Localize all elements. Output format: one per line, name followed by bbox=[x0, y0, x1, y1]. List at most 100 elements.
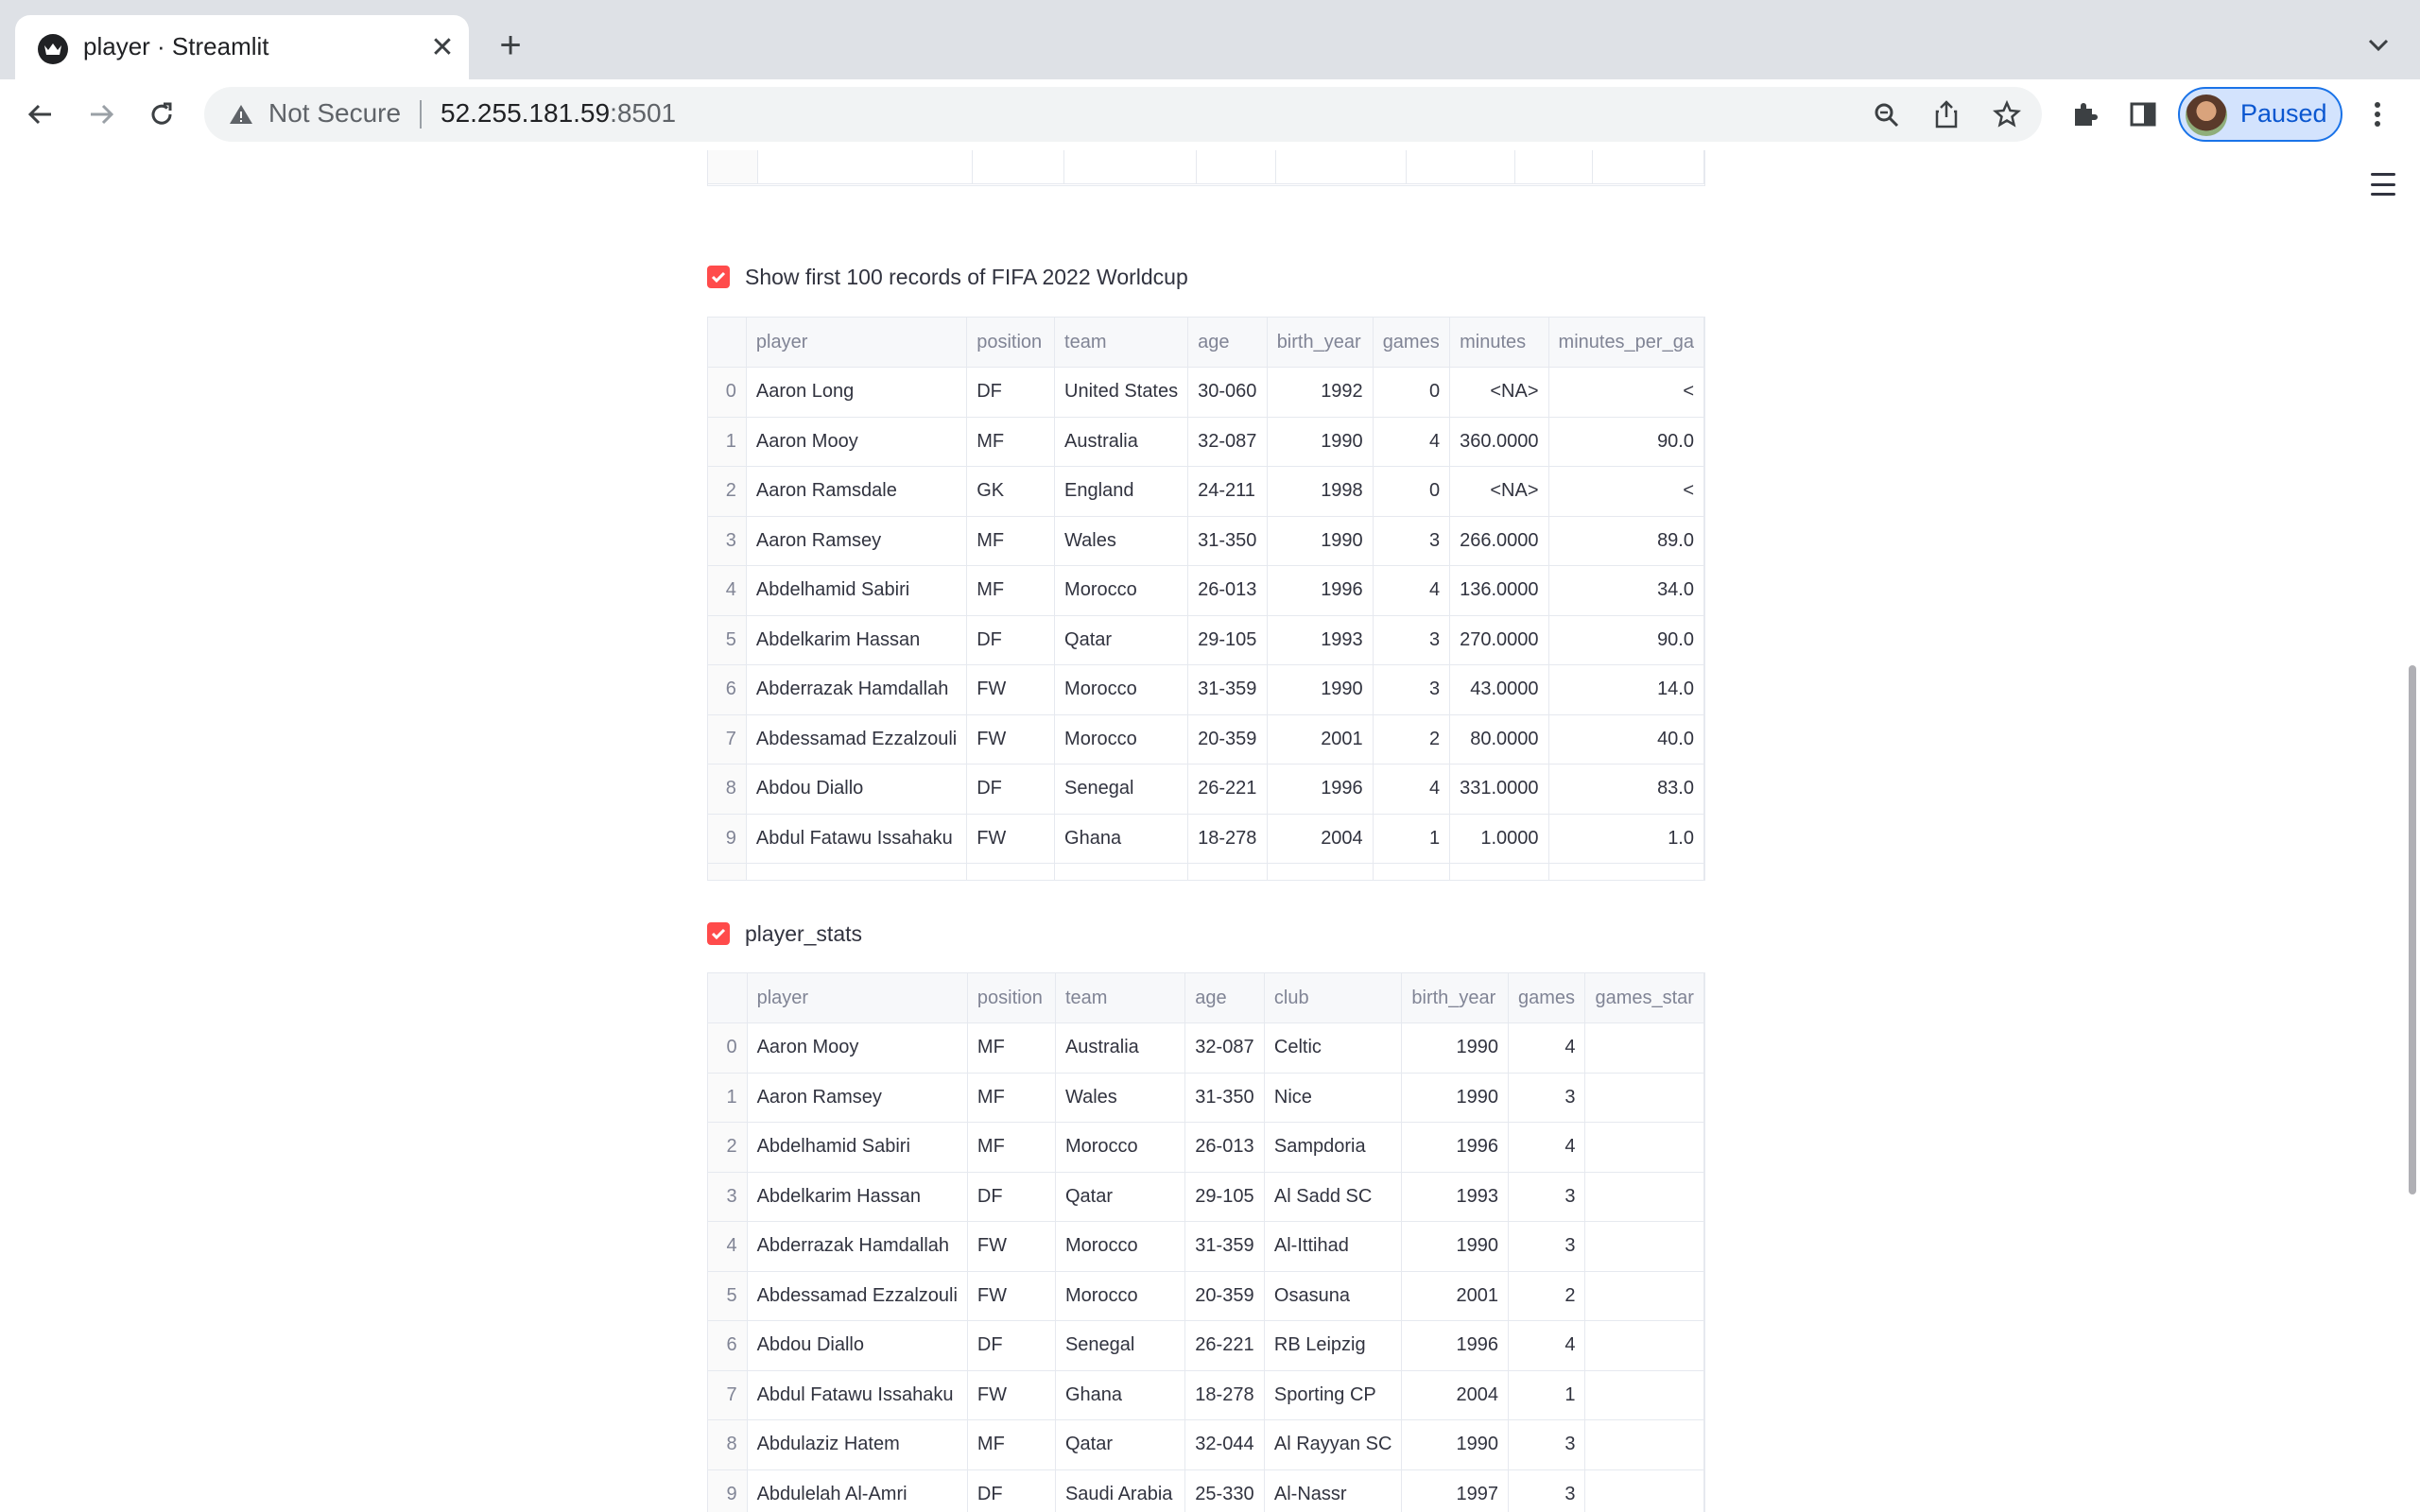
table-cell[interactable]: Abdulelah Al-Amri bbox=[747, 1469, 968, 1512]
table-cell[interactable]: 90.0 bbox=[1548, 615, 1704, 665]
table-cell[interactable]: 136.0000 bbox=[1449, 565, 1549, 616]
row-index-cell[interactable]: 8 bbox=[708, 764, 747, 815]
address-bar[interactable]: Not Secure 52.255.181.59:8501 bbox=[204, 87, 2042, 142]
show-records-checkbox-row[interactable]: Show first 100 records of FIFA 2022 Worl… bbox=[707, 258, 1188, 296]
table-cell[interactable] bbox=[1449, 863, 1549, 880]
table-cell[interactable]: 30-060 bbox=[1187, 367, 1268, 418]
table-cell[interactable]: 20-359 bbox=[1184, 1271, 1265, 1321]
table-cell[interactable]: < bbox=[1548, 466, 1704, 517]
table-cell[interactable]: 31-350 bbox=[1184, 1073, 1265, 1123]
table-cell[interactable]: 3 bbox=[1508, 1073, 1586, 1123]
table-row[interactable]: 4 Abderrazak Hamdallah FW Morocco 31-359 Al-I… bbox=[708, 1221, 1704, 1272]
table-cell[interactable]: 0 bbox=[1373, 466, 1451, 517]
table-cell[interactable] bbox=[966, 863, 1056, 880]
table-cell[interactable]: 1990 bbox=[1401, 1221, 1509, 1272]
page-scrollbar[interactable] bbox=[2409, 665, 2416, 1194]
table-cell[interactable]: MF bbox=[967, 1419, 1056, 1470]
table-cell[interactable]: 1996 bbox=[1401, 1320, 1509, 1371]
table-cell[interactable]: MF bbox=[967, 1122, 1056, 1173]
table-cell[interactable] bbox=[1054, 863, 1189, 880]
table-cell[interactable]: Abdelkarim Hassan bbox=[747, 1172, 968, 1222]
column-header[interactable]: birth_year bbox=[1267, 318, 1374, 368]
table-cell[interactable]: Al-Nassr bbox=[1264, 1469, 1403, 1512]
table-cell[interactable]: Senegal bbox=[1055, 1320, 1186, 1371]
table-row[interactable]: 2 Aaron Ramsdale GK England 24-211 1998 0 <NA> < bbox=[708, 466, 1704, 517]
row-index-cell[interactable]: 0 bbox=[708, 1022, 748, 1074]
warning-triangle-icon[interactable] bbox=[227, 100, 255, 129]
table-cell[interactable]: 32-087 bbox=[1184, 1022, 1265, 1074]
table-cell[interactable]: Abdou Diallo bbox=[747, 1320, 968, 1371]
column-header[interactable]: age bbox=[1184, 973, 1265, 1023]
table-cell[interactable]: 20-359 bbox=[1187, 714, 1268, 765]
table-cell[interactable] bbox=[708, 863, 747, 880]
table-cell[interactable]: Qatar bbox=[1054, 615, 1189, 665]
table-row[interactable]: 5 Abdelkarim Hassan DF Qatar 29-105 1993 3 270.… bbox=[708, 615, 1704, 665]
table-cell[interactable] bbox=[1584, 1320, 1704, 1371]
table-cell[interactable]: 26-013 bbox=[1187, 565, 1268, 616]
column-header[interactable]: birth_year bbox=[1401, 973, 1509, 1023]
row-index-cell[interactable]: 1 bbox=[708, 1073, 748, 1123]
table-cell[interactable]: 1997 bbox=[1401, 1469, 1509, 1512]
table-cell[interactable]: 2 bbox=[1508, 1271, 1586, 1321]
table-cell[interactable] bbox=[1584, 1469, 1704, 1512]
table-cell[interactable]: Abdul Fatawu Issahaku bbox=[747, 1370, 968, 1420]
table-cell[interactable]: Qatar bbox=[1055, 1419, 1186, 1470]
table-cell[interactable]: Aaron Mooy bbox=[746, 417, 968, 467]
table-cell[interactable]: 29-105 bbox=[1187, 615, 1268, 665]
row-index-cell[interactable]: 2 bbox=[708, 466, 747, 517]
table-cell[interactable]: 4 bbox=[1373, 565, 1451, 616]
table-cell[interactable]: MF bbox=[967, 1022, 1056, 1074]
row-index-cell[interactable]: 1 bbox=[708, 417, 747, 467]
table-row[interactable]: 7 Abdul Fatawu Issahaku FW Ghana 18-278 Sport… bbox=[708, 1370, 1704, 1420]
row-index-cell[interactable]: 7 bbox=[708, 714, 747, 765]
table-cell[interactable]: 1992 bbox=[1267, 367, 1374, 418]
player-stats-dataframe[interactable]: player position team age club birth_year games… bbox=[707, 972, 1705, 1512]
table-row[interactable] bbox=[708, 863, 1704, 880]
table-cell[interactable] bbox=[1584, 1271, 1704, 1321]
table-cell[interactable]: 0 bbox=[1373, 367, 1451, 418]
table-cell[interactable]: 1990 bbox=[1267, 516, 1374, 566]
browser-tab[interactable]: player · Streamlit ✕ bbox=[15, 15, 469, 79]
table-cell[interactable] bbox=[1584, 1172, 1704, 1222]
column-header[interactable]: position bbox=[967, 973, 1056, 1023]
table-cell[interactable]: Abderrazak Hamdallah bbox=[747, 1221, 968, 1272]
column-header[interactable]: minutes bbox=[1449, 318, 1549, 368]
table-cell[interactable]: 80.0000 bbox=[1449, 714, 1549, 765]
table-row[interactable]: 8 Abdou Diallo DF Senegal 26-221 1996 4 331.000… bbox=[708, 764, 1704, 815]
table-cell[interactable] bbox=[1584, 1419, 1704, 1470]
table-cell[interactable]: 2 bbox=[1373, 714, 1451, 765]
table-cell[interactable]: 4 bbox=[1508, 1022, 1586, 1074]
table-cell[interactable]: Abdessamad Ezzalzouli bbox=[746, 714, 968, 765]
table-cell[interactable] bbox=[746, 863, 968, 880]
row-index-cell[interactable]: 3 bbox=[708, 1172, 748, 1222]
row-index-cell[interactable]: 3 bbox=[708, 516, 747, 566]
table-cell[interactable]: 2004 bbox=[1401, 1370, 1509, 1420]
table-cell[interactable]: 1996 bbox=[1267, 764, 1374, 815]
row-index-cell[interactable]: 4 bbox=[708, 565, 747, 616]
table-cell[interactable]: 40.0 bbox=[1548, 714, 1704, 765]
table-cell[interactable]: 4 bbox=[1373, 417, 1451, 467]
table-row[interactable]: 0 Aaron Mooy MF Australia 32-087 Celtic 1990 4 bbox=[708, 1022, 1704, 1074]
table-cell[interactable]: 266.0000 bbox=[1449, 516, 1549, 566]
table-cell[interactable]: Abdulaziz Hatem bbox=[747, 1419, 968, 1470]
url-text[interactable]: 52.255.181.59:8501 bbox=[441, 98, 676, 129]
table-cell[interactable]: Ghana bbox=[1054, 814, 1189, 864]
row-index-cell[interactable]: 5 bbox=[708, 1271, 748, 1321]
table-cell[interactable]: 18-278 bbox=[1187, 814, 1268, 864]
table-cell[interactable]: Australia bbox=[1054, 417, 1189, 467]
table-cell[interactable]: 1 bbox=[1373, 814, 1451, 864]
table-cell[interactable]: Al Rayyan SC bbox=[1264, 1419, 1403, 1470]
table-cell[interactable]: Aaron Ramsey bbox=[747, 1073, 968, 1123]
table-cell[interactable]: 25-330 bbox=[1184, 1469, 1265, 1512]
table-cell[interactable]: 24-211 bbox=[1187, 466, 1268, 517]
table-cell[interactable]: < bbox=[1548, 367, 1704, 418]
table-cell[interactable]: Sampdoria bbox=[1264, 1122, 1403, 1173]
table-row[interactable]: 7 Abdessamad Ezzalzouli FW Morocco 20-359 200… bbox=[708, 714, 1704, 765]
table-cell[interactable] bbox=[1187, 863, 1268, 880]
table-cell[interactable]: FW bbox=[967, 1370, 1056, 1420]
table-cell[interactable]: Aaron Long bbox=[746, 367, 968, 418]
table-cell[interactable]: MF bbox=[966, 417, 1056, 467]
hamburger-menu-icon[interactable] bbox=[2371, 173, 2399, 196]
table-cell[interactable]: Morocco bbox=[1055, 1221, 1186, 1272]
table-cell[interactable]: Morocco bbox=[1054, 565, 1189, 616]
